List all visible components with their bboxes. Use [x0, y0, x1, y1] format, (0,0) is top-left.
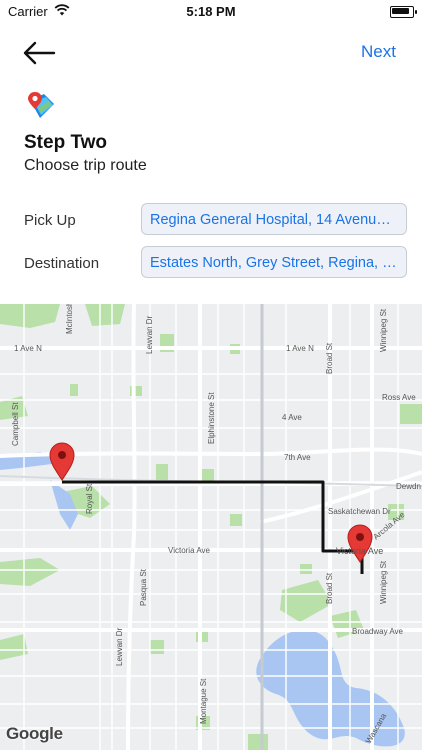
next-button[interactable]: Next [361, 42, 396, 62]
pickup-label: Pick Up [24, 212, 76, 229]
street-label-campbell: Campbell St [11, 402, 20, 446]
street-label-7th-ave: 7th Ave [284, 453, 311, 462]
street-label-ross: Ross Ave [382, 393, 416, 402]
street-label-mcintosh: McIntosh St [65, 304, 74, 334]
street-label-winnipeg-s: Winnipeg St [379, 560, 388, 604]
street-label-broadway: Broadway Ave [352, 627, 404, 636]
street-label-victoria-w: Victoria Ave [168, 546, 211, 555]
street-label-1-ave-w: 1 Ave N [14, 344, 42, 353]
street-label-broad-n: Broad St [325, 342, 334, 374]
back-arrow-icon[interactable] [22, 40, 58, 66]
map-canvas[interactable]: McIntosh St 1 Ave N 1 Ave N Lewvan Dr El… [0, 304, 422, 750]
destination-field[interactable]: Estates North, Grey Street, Regina, S... [141, 246, 407, 278]
status-bar: Carrier 5:18 PM [0, 0, 422, 24]
street-label-montague: Montague St [199, 678, 208, 724]
pickup-field[interactable]: Regina General Hospital, 14 Avenue,... [141, 203, 407, 235]
map-pin-icon [24, 90, 56, 122]
street-label-1-ave-e: 1 Ave N [286, 344, 314, 353]
street-label-victoria-e: Victoria Ave [336, 546, 383, 556]
street-label-royal: Royal St [85, 483, 94, 514]
street-label-lewvan-s: Lewvan Dr [115, 627, 124, 666]
street-label-broad-s: Broad St [325, 572, 334, 604]
street-label-elphinstone: Elphinstone St [207, 392, 216, 444]
battery-icon [390, 6, 417, 18]
street-label-winnipeg-n: Winnipeg St [379, 308, 388, 352]
street-label-saskatchewan: Saskatchewan Dr [328, 507, 391, 516]
street-label-lewvan-n: Lewvan Dr [145, 315, 154, 354]
status-time: 5:18 PM [186, 4, 236, 19]
street-label-dewdney: Dewdn [396, 482, 421, 491]
street-label-pasqua: Pasqua St [139, 568, 148, 606]
route-map[interactable]: McIntosh St 1 Ave N 1 Ave N Lewvan Dr El… [0, 304, 422, 750]
google-attribution: Google [6, 724, 63, 743]
street-label-4-ave: 4 Ave [282, 413, 302, 422]
destination-label: Destination [24, 255, 100, 272]
page-title: Step Two [24, 132, 108, 153]
page-subtitle: Choose trip route [24, 157, 147, 174]
navigation-bar: Next [0, 36, 422, 70]
